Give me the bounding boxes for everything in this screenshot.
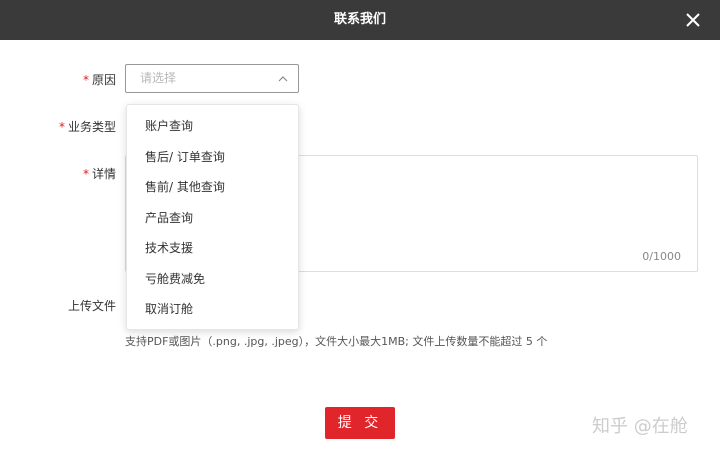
dropdown-item-tech-support[interactable]: 技术支援 [127,233,298,264]
details-label: * 详情 [82,167,116,181]
dropdown-item-deadfreight-waiver[interactable]: 亏舱费减免 [127,264,298,295]
close-icon[interactable] [682,9,704,31]
dropdown-item-aftersales-order-inquiry[interactable]: 售后/ 订单查询 [127,142,298,173]
dropdown-item-account-inquiry[interactable]: 账户查询 [127,111,298,142]
submit-button[interactable]: 提 交 [325,407,395,439]
required-mark: * [58,120,65,134]
chevron-up-icon [278,76,288,82]
upload-hint: 支持PDF或图片（.png, .jpg, .jpeg），文件大小最大1MB; 文… [125,335,548,348]
required-mark: * [82,167,89,181]
reason-select[interactable]: 请选择 [125,64,299,93]
business-type-label: * 业务类型 [58,120,116,134]
char-counter: 0/1000 [642,250,681,263]
reason-dropdown: 账户查询 售后/ 订单查询 售前/ 其他查询 产品查询 技术支援 亏舱费减免 取… [126,104,299,330]
dropdown-item-presales-other-inquiry[interactable]: 售前/ 其他查询 [127,172,298,203]
upload-label: 上传文件 [67,299,116,313]
dropdown-item-cancel-booking[interactable]: 取消订舱 [127,294,298,325]
watermark: 知乎 @在舱 [592,416,688,437]
dialog-header: 联系我们 [0,0,720,40]
reason-label: * 原因 [82,73,116,87]
dialog-title: 联系我们 [333,12,386,27]
dropdown-item-product-inquiry[interactable]: 产品查询 [127,203,298,234]
reason-select-placeholder: 请选择 [140,71,177,85]
required-mark: * [82,73,89,87]
